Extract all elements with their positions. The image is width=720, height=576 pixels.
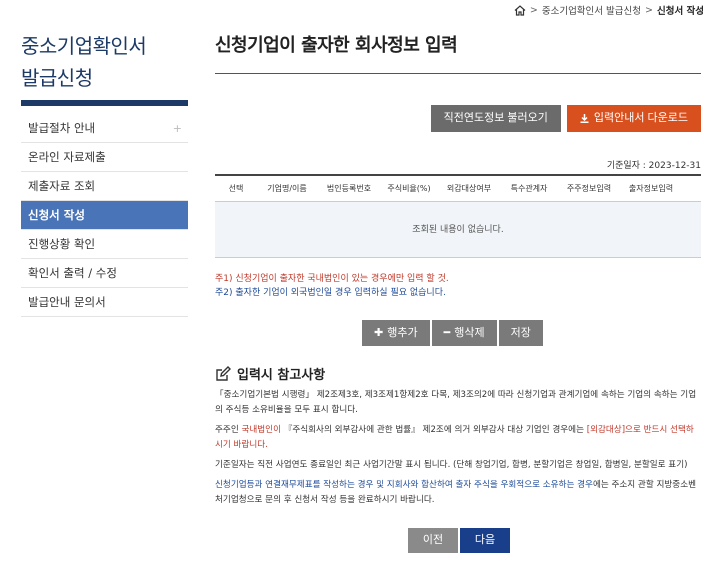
plus-icon: ✚ [374, 327, 384, 339]
breadcrumb-current: 신청서 작성 [656, 6, 704, 17]
breadcrumb-separator: > [529, 4, 538, 16]
sidebar: 중소기업확인서 발급신청 발급절차 안내 + 온라인 자료제출 제출자료 조회 … [21, 30, 188, 317]
reference-paragraph-1: 「중소기업기본법 시행령」 제2조제3호, 제3조제1항제2호 다목, 제3조의… [215, 390, 697, 415]
sidebar-item-label: 신청서 작성 [28, 208, 85, 222]
load-previous-year-button[interactable]: 직전연도정보 불러오기 [430, 105, 561, 132]
download-icon [580, 114, 589, 123]
sidebar-item-certificate-print[interactable]: 확인서 출력 / 수정 [21, 259, 188, 288]
column-header-share-ratio: 주식비율(%) [387, 184, 431, 193]
add-row-label: 행추가 [387, 327, 418, 339]
reference-highlight: 신청기업등과 연결재무제표를 작성하는 경우 및 지회사와 합산하여 출자 주식… [215, 480, 593, 490]
previous-button[interactable]: 이전 [408, 528, 458, 553]
sidebar-title-line2: 발급신청 [21, 66, 93, 90]
column-header-related-party: 특수관계자 [510, 184, 548, 193]
reference-body: 「중소기업기본법 시행령」 제2조제3호, 제3조제1항제2호 다목, 제3조의… [215, 388, 701, 513]
home-icon[interactable] [514, 4, 526, 16]
sidebar-item-online-submission[interactable]: 온라인 자료제출 [21, 143, 188, 172]
row-button-group: ✚ 행추가 ━ 행삭제 저장 [362, 320, 543, 346]
page-title: 신청기업이 출자한 회사정보 입력 [215, 30, 701, 74]
reference-highlight: 국내법인이 [241, 425, 281, 435]
reference-text: 주주인 [215, 425, 242, 435]
sidebar-item-label: 발급안내 문의서 [28, 295, 106, 309]
plus-icon[interactable]: + [173, 114, 182, 143]
delete-row-button[interactable]: ━ 행삭제 [431, 320, 497, 346]
minus-icon: ━ [443, 327, 451, 339]
reference-paragraph-4: 신청기업등과 연결재무제표를 작성하는 경우 및 지회사와 합산하여 출자 주식… [215, 478, 701, 508]
reference-paragraph-3: 기준일자는 직전 사업연도 종료일인 최근 사업기간말 표시 됩니다. (단해 … [215, 460, 688, 470]
column-header-name: 기업명/이름 [267, 184, 307, 193]
breadcrumb-item[interactable]: 중소기업확인서 발급신청 [542, 3, 641, 17]
next-button[interactable]: 다음 [460, 528, 510, 553]
download-guide-label: 입력안내서 다운로드 [593, 112, 688, 124]
navigation-buttons: 이전 다음 [408, 528, 510, 553]
sidebar-title-line1: 중소기업확인서 [21, 34, 147, 58]
sidebar-item-label: 온라인 자료제출 [28, 150, 106, 164]
sidebar-item-application-write[interactable]: 신청서 작성 [21, 201, 188, 230]
sidebar-item-issue-procedure[interactable]: 발급절차 안내 + [21, 114, 188, 143]
sidebar-divider [21, 100, 188, 106]
column-header-corp-number: 법인등록번호 [326, 184, 372, 193]
base-date: 기준일자 : 2023-12-31 [606, 161, 701, 171]
note-2: 주2) 출자한 기업이 외국법인일 경우 입력하실 필요 없습니다. [215, 288, 446, 298]
notes: 주1) 신청기업이 출자한 국내법인이 있는 경우에만 입력 할 것. 주2) … [215, 272, 449, 300]
reference-title-text: 입력시 참고사항 [237, 368, 326, 383]
table-header: 선택 기업명/이름 법인등록번호 주식비율(%) 외감대상여부 특수관계자 주주… [215, 174, 701, 202]
table-empty-message: 조회된 내용이 없습니다. [215, 202, 701, 258]
sidebar-item-submitted-lookup[interactable]: 제출자료 조회 [21, 172, 188, 201]
reference-title: 입력시 참고사항 [215, 364, 325, 383]
sidebar-item-progress-check[interactable]: 진행상황 확인 [21, 230, 188, 259]
download-guide-button[interactable]: 입력안내서 다운로드 [566, 105, 701, 132]
edit-icon [216, 365, 231, 381]
sidebar-item-label: 제출자료 조회 [28, 179, 96, 193]
reference-text: 『주식회사의 외부감사에 관한 법률』 제2조에 의거 외부감사 대상 기업인 … [281, 425, 587, 435]
add-row-button[interactable]: ✚ 행추가 [362, 320, 430, 346]
sidebar-item-label: 발급절차 안내 [28, 121, 96, 135]
sidebar-item-label: 진행상황 확인 [28, 237, 96, 251]
column-header-audit-target: 외감대상여부 [446, 184, 492, 193]
sidebar-title: 중소기업확인서 발급신청 [21, 30, 188, 98]
note-1: 주1) 신청기업이 출자한 국내법인이 있는 경우에만 입력 할 것. [215, 274, 449, 284]
sidebar-item-label: 확인서 출력 / 수정 [28, 266, 117, 280]
delete-row-label: 행삭제 [454, 327, 485, 339]
reference-paragraph-2: 주주인 국내법인이 『주식회사의 외부감사에 관한 법률』 제2조에 의거 외부… [215, 423, 701, 453]
sidebar-menu: 발급절차 안내 + 온라인 자료제출 제출자료 조회 신청서 작성 진행상황 확… [21, 114, 188, 317]
column-header-shareholder-input: 주주정보입력 [566, 184, 612, 193]
column-header-investment-input: 출자정보입력 [628, 184, 674, 193]
sidebar-item-inquiry[interactable]: 발급안내 문의서 [21, 288, 188, 317]
investment-table: 선택 기업명/이름 법인등록번호 주식비율(%) 외감대상여부 특수관계자 주주… [215, 174, 701, 258]
save-button[interactable]: 저장 [498, 320, 543, 346]
column-header-select: 선택 [228, 184, 244, 193]
breadcrumb-separator: > [645, 4, 653, 16]
top-button-group: 직전연도정보 불러오기 입력안내서 다운로드 [430, 105, 701, 132]
main-content: 신청기업이 출자한 회사정보 입력 직전연도정보 불러오기 입력안내서 다운로드… [215, 30, 701, 553]
breadcrumb: > 중소기업확인서 발급신청 > 신청서 작성 [514, 3, 704, 17]
